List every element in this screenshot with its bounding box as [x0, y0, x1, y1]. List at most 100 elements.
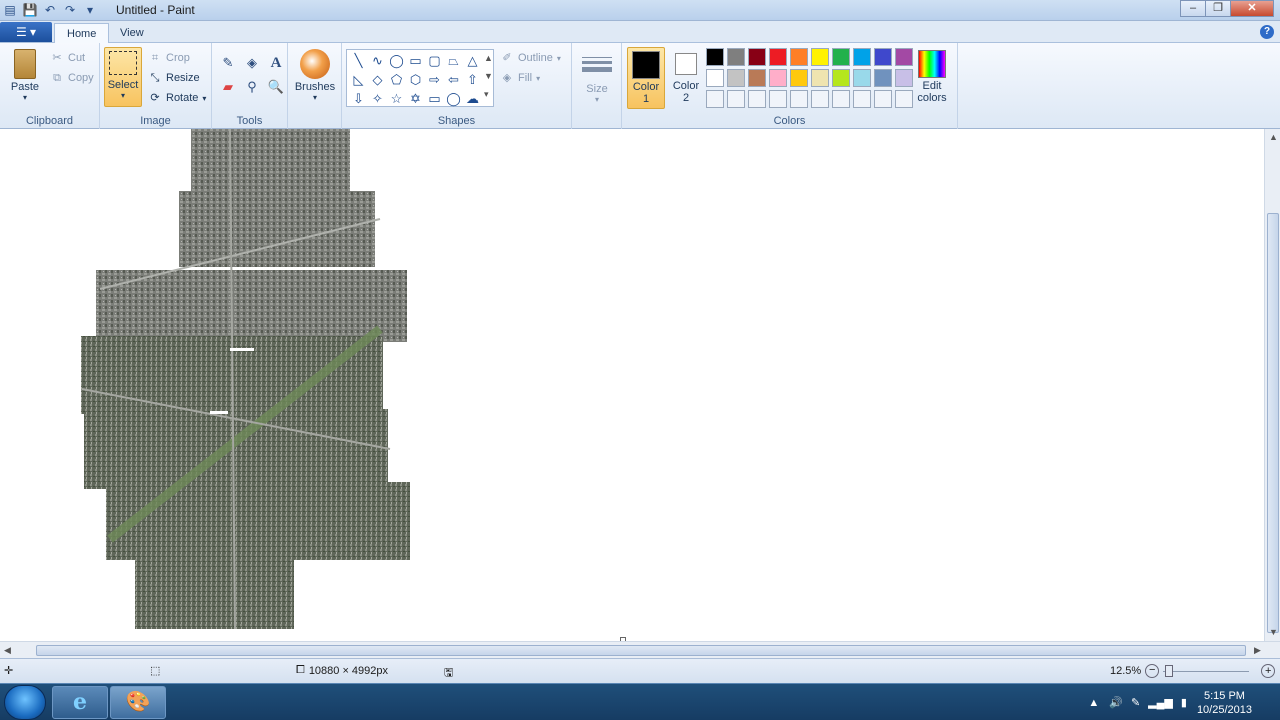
four-point-star-shape-icon[interactable]: ✧	[368, 89, 387, 108]
palette-swatch[interactable]	[769, 90, 787, 108]
crop-button[interactable]: ⌗ Crop	[148, 51, 190, 65]
palette-swatch[interactable]	[769, 69, 787, 87]
palette-swatch[interactable]	[769, 48, 787, 66]
polygon-shape-icon[interactable]: ⏢	[444, 51, 463, 70]
palette-swatch[interactable]	[811, 48, 829, 66]
magnifier-icon[interactable]: 🔍	[266, 77, 286, 97]
up-arrow-shape-icon[interactable]: ⇧	[463, 70, 482, 89]
text-tool-icon[interactable]: A	[266, 53, 286, 73]
palette-swatch[interactable]	[853, 48, 871, 66]
scroll-left-arrow-icon[interactable]: ◀	[4, 645, 11, 656]
down-arrow-shape-icon[interactable]: ⇩	[349, 89, 368, 108]
zoom-slider[interactable]	[1163, 665, 1250, 677]
line-shape-icon[interactable]: ╲	[349, 51, 368, 70]
horizontal-scrollbar[interactable]: ◀ ▶	[0, 641, 1280, 658]
scroll-right-arrow-icon[interactable]: ▶	[1254, 645, 1261, 656]
eraser-icon[interactable]: ▰	[218, 77, 238, 97]
show-hidden-icons[interactable]: ▲	[1088, 697, 1099, 709]
color-picker-icon[interactable]: ⚲	[242, 77, 262, 97]
palette-swatch[interactable]	[706, 69, 724, 87]
palette-swatch[interactable]	[748, 90, 766, 108]
rotate-button[interactable]: ⟳ Rotate ▾	[148, 91, 206, 105]
canvas-area[interactable]	[0, 129, 1264, 641]
vertical-scrollbar[interactable]: ▲ ▼	[1264, 129, 1280, 641]
save-icon[interactable]: 💾	[22, 2, 38, 18]
pencil-icon[interactable]: ✎	[218, 53, 238, 73]
palette-swatch[interactable]	[874, 90, 892, 108]
size-button[interactable]: Size ▾	[580, 49, 614, 104]
redo-icon[interactable]: ↷	[62, 2, 78, 18]
palette-swatch[interactable]	[874, 48, 892, 66]
fill-bucket-icon[interactable]: ◈	[242, 53, 262, 73]
callout-cloud-shape-icon[interactable]: ☁	[463, 89, 482, 108]
shapes-scroll-up-icon[interactable]: ▲	[484, 53, 493, 63]
cut-button[interactable]: ✂ Cut	[50, 51, 85, 65]
color2-button[interactable]: Color 2	[667, 47, 705, 109]
zoom-out-icon[interactable]: −	[1145, 664, 1160, 678]
diamond-shape-icon[interactable]: ◇	[368, 70, 387, 89]
triangle-shape-icon[interactable]: △	[463, 51, 482, 70]
shapes-expand-icon[interactable]: ▾	[484, 89, 489, 100]
close-button[interactable]: ✕	[1230, 0, 1274, 17]
zoom-in-icon[interactable]: +	[1261, 664, 1276, 678]
taskbar-paint[interactable]: 🎨	[110, 686, 166, 719]
rectangle-shape-icon[interactable]: ▭	[406, 51, 425, 70]
vertical-scroll-thumb[interactable]	[1267, 213, 1279, 633]
paint-menu-button[interactable]: ☰ ▾	[0, 22, 52, 42]
palette-swatch[interactable]	[853, 69, 871, 87]
tab-home[interactable]: Home	[54, 23, 110, 44]
palette-swatch[interactable]	[790, 90, 808, 108]
callout-oval-shape-icon[interactable]: ◯	[444, 89, 463, 108]
palette-swatch[interactable]	[853, 90, 871, 108]
undo-icon[interactable]: ↶	[42, 2, 58, 18]
palette-swatch[interactable]	[727, 48, 745, 66]
tab-view[interactable]: View	[108, 23, 156, 44]
pin-icon[interactable]: ✎	[1131, 696, 1140, 709]
palette-swatch[interactable]	[874, 69, 892, 87]
zoom-slider-thumb[interactable]	[1165, 665, 1174, 677]
palette-swatch[interactable]	[706, 90, 724, 108]
curve-shape-icon[interactable]: ∿	[368, 51, 387, 70]
horizontal-scroll-thumb[interactable]	[36, 645, 1246, 656]
resize-button[interactable]: ⤡ Resize	[148, 71, 200, 85]
fill-button[interactable]: ◈ Fill ▾	[500, 71, 540, 85]
volume-icon[interactable]: 🔊	[1109, 696, 1123, 709]
callout-rect-shape-icon[interactable]: ▭	[425, 89, 444, 108]
minimize-button[interactable]: –	[1180, 0, 1206, 17]
palette-swatch[interactable]	[790, 48, 808, 66]
right-arrow-shape-icon[interactable]: ⇨	[425, 70, 444, 89]
palette-swatch[interactable]	[748, 69, 766, 87]
battery-icon[interactable]: ▮	[1181, 696, 1187, 709]
palette-swatch[interactable]	[790, 69, 808, 87]
palette-swatch[interactable]	[811, 69, 829, 87]
scroll-up-arrow-icon[interactable]: ▲	[1269, 132, 1278, 142]
rounded-rectangle-shape-icon[interactable]: ▢	[425, 51, 444, 70]
paint-app-icon[interactable]: ▤	[2, 2, 18, 18]
palette-swatch[interactable]	[832, 69, 850, 87]
hexagon-shape-icon[interactable]: ⬡	[406, 70, 425, 89]
palette-swatch[interactable]	[832, 90, 850, 108]
edit-colors-button[interactable]: Edit colors	[912, 47, 952, 109]
five-point-star-shape-icon[interactable]: ☆	[387, 89, 406, 108]
scroll-down-arrow-icon[interactable]: ▼	[1269, 627, 1278, 637]
palette-swatch[interactable]	[727, 69, 745, 87]
customize-qat-icon[interactable]: ▾	[82, 2, 98, 18]
start-button[interactable]	[4, 685, 46, 720]
taskbar-internet-explorer[interactable]: e	[52, 686, 108, 719]
brushes-button[interactable]: Brushes ▾	[294, 49, 336, 102]
palette-swatch[interactable]	[895, 69, 913, 87]
palette-swatch[interactable]	[811, 90, 829, 108]
restore-button[interactable]: ❐	[1205, 0, 1231, 17]
network-icon[interactable]: ▂▄▆	[1148, 696, 1173, 709]
select-button[interactable]: Select ▾	[104, 47, 142, 107]
copy-button[interactable]: ⧉ Copy	[50, 71, 94, 85]
oval-shape-icon[interactable]: ◯	[387, 51, 406, 70]
color1-button[interactable]: Color 1	[627, 47, 665, 109]
palette-swatch[interactable]	[895, 90, 913, 108]
help-icon[interactable]: ?	[1260, 25, 1274, 39]
palette-swatch[interactable]	[832, 48, 850, 66]
palette-swatch[interactable]	[748, 48, 766, 66]
palette-swatch[interactable]	[706, 48, 724, 66]
shapes-scroll-down-icon[interactable]: ▼	[484, 71, 493, 81]
six-point-star-shape-icon[interactable]: ✡	[406, 89, 425, 108]
